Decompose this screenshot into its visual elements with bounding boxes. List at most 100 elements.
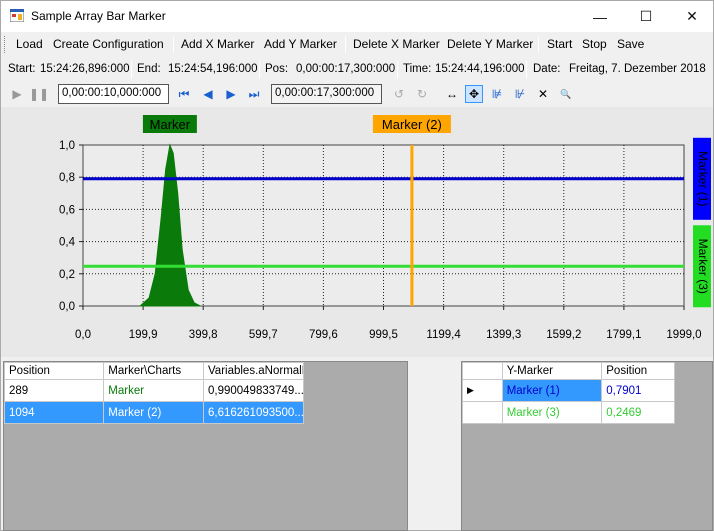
app-window: Sample Array Bar Marker — ☐ ✕ Load Creat… bbox=[0, 0, 714, 531]
table-cell[interactable]: 1094 bbox=[3, 401, 105, 424]
bar-marker-chart[interactable]: 0,0 199,9 399,8 599,7 799,6 999,5 1199,4 1399,3… bbox=[1, 107, 713, 357]
table-cell[interactable]: 289 bbox=[3, 379, 105, 402]
table-cell[interactable]: Marker (3) bbox=[501, 401, 603, 424]
y-marker-label: Marker (1) bbox=[696, 151, 710, 206]
minimize-icon: — bbox=[593, 8, 607, 25]
y-tick-label: 0,4 bbox=[59, 237, 76, 249]
x-tick-label: 199,9 bbox=[129, 329, 158, 341]
delete-y-marker-menu-item[interactable]: Delete Y Marker bbox=[447, 37, 533, 51]
menu-separator bbox=[538, 36, 539, 53]
date-label: Date: bbox=[533, 63, 561, 75]
x-tick-label: 599,7 bbox=[249, 329, 278, 341]
x-tick-label: 1799,1 bbox=[606, 329, 641, 341]
table-cell[interactable]: 0,2469 bbox=[601, 401, 675, 424]
start-menu-item[interactable]: Start bbox=[547, 37, 572, 51]
playback-toolbar: ▶ ❚❚ 0,00:00:10,000:000 ⏮ ◀ ▶ ⏭ 0,00:00:… bbox=[1, 81, 713, 107]
end-label: End: bbox=[137, 63, 161, 75]
table-cell[interactable]: Marker (2) bbox=[103, 401, 204, 424]
y-marker-table: Y-Marker Position ▶ Marker (1) 0,7901 Ma… bbox=[462, 362, 675, 424]
y-tick-label: 1,0 bbox=[59, 140, 75, 152]
maximize-button[interactable]: ☐ bbox=[623, 1, 669, 32]
table-row[interactable]: 1094 Marker (2) 6,616261093500... bbox=[3, 401, 305, 424]
table-row[interactable]: 289 Marker 0,990049833749... bbox=[3, 379, 305, 402]
create-config-menu-item[interactable]: Create Configuration bbox=[53, 37, 164, 51]
delete-x-marker-menu-item[interactable]: Delete X Marker bbox=[353, 37, 440, 51]
reset-zoom-icon[interactable]: ✕ bbox=[534, 85, 552, 103]
step-back-icon[interactable]: ◀ bbox=[199, 85, 217, 103]
row-header-corner bbox=[462, 362, 503, 380]
load-menu-item[interactable]: Load bbox=[16, 37, 43, 51]
save-menu-item[interactable]: Save bbox=[617, 37, 644, 51]
stop-menu-item[interactable]: Stop bbox=[582, 37, 607, 51]
menu-separator bbox=[173, 36, 174, 53]
info-separator bbox=[397, 61, 398, 78]
x-marker-label: Marker (2) bbox=[382, 117, 442, 132]
pos-label: Pos: bbox=[265, 63, 289, 75]
table-cell[interactable]: 6,616261093500... bbox=[202, 401, 305, 424]
table-row[interactable]: ▶ Marker (1) 0,7901 bbox=[462, 379, 675, 402]
info-separator bbox=[131, 61, 132, 78]
close-button[interactable]: ✕ bbox=[669, 1, 714, 32]
title-bar: Sample Array Bar Marker — ☐ ✕ bbox=[1, 1, 713, 32]
y-tick-label: 0,2 bbox=[59, 269, 75, 281]
window-title: Sample Array Bar Marker bbox=[31, 9, 166, 23]
x-tick-label: 1399,3 bbox=[486, 329, 521, 341]
interval-field[interactable]: 0,00:00:10,000:000 bbox=[58, 84, 169, 104]
row-header bbox=[462, 401, 503, 424]
column-header-variable[interactable]: Variables.aNormalD bbox=[202, 362, 305, 380]
start-label: Start: bbox=[8, 63, 36, 75]
pan-icon[interactable]: ✥ bbox=[465, 85, 483, 103]
table-cell[interactable]: Marker (1) bbox=[501, 379, 603, 402]
date-value: Freitag, 7. Dezember 2018 bbox=[569, 63, 706, 75]
zoom-x-icon[interactable]: ⊯ bbox=[488, 85, 506, 103]
table-header-row: Position Marker\Charts Variables.aNormal… bbox=[3, 362, 305, 380]
skip-to-start-icon[interactable]: ⏮ bbox=[175, 85, 193, 103]
column-header-marker-charts[interactable]: Marker\Charts bbox=[103, 362, 204, 380]
zoom-y-icon[interactable]: ⊮ bbox=[511, 85, 529, 103]
maximize-icon: ☐ bbox=[639, 8, 653, 24]
pause-icon[interactable]: ❚❚ bbox=[29, 85, 49, 103]
zoom-max-icon[interactable]: 🔍 bbox=[557, 85, 575, 103]
menu-separator bbox=[345, 36, 346, 53]
table-row[interactable]: Marker (3) 0,2469 bbox=[462, 401, 675, 424]
x-tick-label: 1199,4 bbox=[426, 329, 461, 341]
step-forward-icon[interactable]: ▶ bbox=[222, 85, 240, 103]
table-cell[interactable]: Marker bbox=[103, 379, 204, 402]
end-value: 15:24:54,196:000 bbox=[168, 63, 258, 75]
app-icon bbox=[10, 9, 24, 22]
close-icon: ✕ bbox=[686, 8, 698, 24]
x-tick-label: 1999,0 bbox=[666, 329, 701, 341]
marker-values-table: Position Marker\Charts Variables.aNormal… bbox=[3, 362, 305, 424]
chart-panel: 0,0 199,9 399,8 599,7 799,6 999,5 1199,4 1399,3… bbox=[1, 107, 713, 357]
current-row-indicator-icon: ▶ bbox=[462, 379, 503, 402]
toolbar-grip[interactable] bbox=[4, 36, 7, 53]
info-bar: Start: 15:24:26,896:000 End: 15:24:54,19… bbox=[1, 56, 713, 81]
pan-horizontal-icon[interactable]: ↔ bbox=[443, 85, 461, 103]
position-field[interactable]: 0,00:00:17,300:000 bbox=[271, 84, 382, 104]
x-marker-label: Marker bbox=[150, 117, 191, 132]
x-tick-label: 399,8 bbox=[189, 329, 218, 341]
table-cell[interactable]: 0,7901 bbox=[601, 379, 675, 402]
table-cell[interactable]: 0,990049833749... bbox=[202, 379, 305, 402]
y-tick-label: 0,0 bbox=[59, 301, 75, 313]
time-label: Time: bbox=[403, 63, 432, 75]
column-header-y-marker[interactable]: Y-Marker bbox=[501, 362, 603, 380]
add-x-marker-menu-item[interactable]: Add X Marker bbox=[181, 37, 254, 51]
menu-bar: Load Create Configuration Add X Marker A… bbox=[1, 32, 713, 56]
table-header-row: Y-Marker Position bbox=[462, 362, 675, 380]
skip-to-end-icon[interactable]: ⏭ bbox=[245, 85, 263, 103]
redo-icon[interactable]: ↻ bbox=[413, 85, 431, 103]
marker-values-grid[interactable]: Position Marker\Charts Variables.aNormal… bbox=[3, 361, 408, 531]
column-header-position[interactable]: Position bbox=[601, 362, 675, 380]
column-header-position[interactable]: Position bbox=[3, 362, 105, 380]
play-icon[interactable]: ▶ bbox=[8, 85, 26, 103]
y-marker-grid[interactable]: Y-Marker Position ▶ Marker (1) 0,7901 Ma… bbox=[461, 361, 713, 531]
undo-icon[interactable]: ↺ bbox=[390, 85, 408, 103]
y-tick-label: 0,6 bbox=[59, 204, 75, 216]
x-tick-label: 0,0 bbox=[75, 329, 91, 341]
info-separator bbox=[526, 61, 527, 78]
add-y-marker-menu-item[interactable]: Add Y Marker bbox=[264, 37, 337, 51]
pos-value: 0,00:00:17,300:000 bbox=[296, 63, 396, 75]
minimize-button[interactable]: — bbox=[577, 1, 623, 32]
info-separator bbox=[259, 61, 260, 78]
